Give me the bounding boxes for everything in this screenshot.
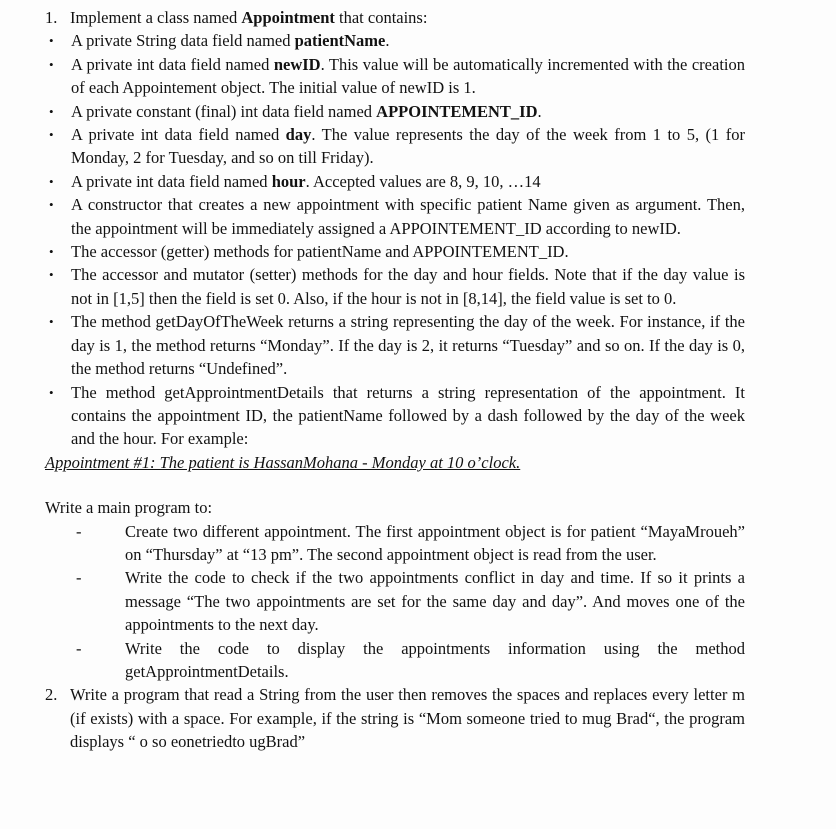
- main-program-sub-list: - Create two different appointment. The f…: [45, 520, 745, 684]
- document-page: 1. Implement a class named Appointment t…: [0, 0, 836, 829]
- main-program-sub-item-text: Write the code to check if the two appoi…: [125, 568, 745, 635]
- body-text: The accessor (getter) methods for patien…: [71, 242, 569, 262]
- body-text: The accessor and mutator (setter) method…: [71, 265, 745, 308]
- main-program-sub-item: - Write the code to check if the two appo…: [70, 566, 745, 636]
- document-content: 1. Implement a class named Appointment t…: [45, 6, 745, 754]
- bullet-marker-icon: •: [49, 384, 54, 400]
- task-1-heading-pre: Implement a class named: [70, 8, 242, 27]
- requirement-bullet: • A private int data field named hour. Ac…: [45, 170, 745, 193]
- main-program-sub-item-text: Create two different appointment. The fi…: [125, 521, 745, 564]
- body-text: The method getDayOfTheWeek returns a str…: [71, 312, 745, 379]
- body-text: A private int data field named: [71, 54, 274, 74]
- body-text: A private constant (final) int data fiel…: [71, 101, 377, 121]
- main-program-sub-item: - Create two different appointment. The f…: [70, 520, 745, 567]
- body-text: A constructor that creates a new appoint…: [71, 195, 745, 238]
- body-text: .: [537, 101, 542, 121]
- main-program-sub-item-text: Write the code to display the appointmen…: [125, 638, 745, 681]
- requirement-bullet: • A private String data field named patie…: [45, 29, 745, 52]
- body-text: The method getApprointmentDetails that r…: [71, 382, 745, 449]
- task-1-heading: 1. Implement a class named Appointment t…: [45, 6, 745, 29]
- task-1-heading-bold: Appointment: [241, 8, 335, 27]
- body-text: .: [385, 31, 390, 51]
- requirement-bullet: • A constructor that creates a new appoin…: [45, 193, 745, 240]
- requirement-bullet: • The method getApprointmentDetails that …: [45, 381, 745, 451]
- task-1-heading-text: Implement a class named Appointment that…: [70, 8, 427, 27]
- requirement-bullet-text: The method getDayOfTheWeek returns a str…: [71, 312, 745, 378]
- bullet-marker-icon: •: [49, 197, 54, 213]
- requirement-bullet: • A private constant (final) int data fie…: [45, 100, 745, 123]
- task-2-number: 2.: [45, 685, 58, 705]
- requirement-bullet-text: A private int data field named newID. Th…: [71, 55, 745, 97]
- body-text: . Accepted values are 8, 9, 10, …14: [305, 171, 541, 191]
- task-2-item: 2. Write a program that read a String fr…: [45, 683, 745, 753]
- requirement-bullet: • A private int data field named newID. T…: [45, 53, 745, 100]
- bullet-marker-icon: •: [49, 173, 54, 189]
- requirement-bullet-text: A private constant (final) int data fiel…: [71, 102, 542, 121]
- dash-marker-icon: -: [76, 638, 82, 658]
- bullet-marker-icon: •: [49, 103, 54, 119]
- requirement-bullet: • The accessor (getter) methods for patie…: [45, 240, 745, 263]
- emphasised-term: day: [285, 125, 312, 145]
- bullet-marker-icon: •: [49, 244, 54, 260]
- requirement-bullet-text: A constructor that creates a new appoint…: [71, 195, 745, 237]
- example-output-line: Appointment #1: The patient is HassanMoh…: [45, 452, 521, 472]
- main-program-sub-item: - Write the code to display the appointme…: [70, 637, 745, 684]
- requirement-bullet-list: • A private String data field named patie…: [45, 29, 745, 450]
- requirement-bullet-text: The accessor (getter) methods for patien…: [71, 242, 569, 261]
- bullet-marker-icon: •: [49, 127, 54, 143]
- bullet-marker-icon: •: [49, 314, 54, 330]
- body-text: A private String data field named: [71, 31, 295, 51]
- emphasised-term: newID: [273, 54, 321, 74]
- dash-marker-icon: -: [76, 568, 82, 588]
- requirement-bullet: • The method getDayOfTheWeek returns a st…: [45, 310, 745, 380]
- main-program-intro: Write a main program to:: [45, 498, 213, 518]
- bullet-marker-icon: •: [49, 33, 54, 49]
- requirement-bullet: • A private int data field named day. The…: [45, 123, 745, 170]
- dash-marker-icon: -: [76, 521, 82, 541]
- requirement-bullet-text: A private int data field named hour. Acc…: [71, 172, 541, 191]
- requirement-bullet-text: The accessor and mutator (setter) method…: [71, 265, 745, 307]
- emphasised-term: APPOINTEMENT_ID: [376, 101, 538, 121]
- requirement-bullet-text: The method getApprointmentDetails that r…: [71, 383, 745, 449]
- body-text: A private int data field named: [71, 125, 286, 145]
- bullet-marker-icon: •: [49, 56, 54, 72]
- body-text: A private int data field named: [71, 171, 272, 191]
- task-2-text: Write a program that read a String from …: [70, 685, 745, 752]
- requirement-bullet-text: A private String data field named patien…: [71, 31, 389, 50]
- emphasised-term: hour: [271, 171, 306, 191]
- task-1-number: 1.: [45, 8, 58, 27]
- bullet-marker-icon: •: [49, 267, 54, 283]
- requirement-bullet-text: A private int data field named day. The …: [71, 125, 745, 167]
- task-1-heading-post: that contains:: [334, 8, 428, 27]
- emphasised-term: patientName: [294, 31, 386, 51]
- requirement-bullet: • The accessor and mutator (setter) metho…: [45, 263, 745, 310]
